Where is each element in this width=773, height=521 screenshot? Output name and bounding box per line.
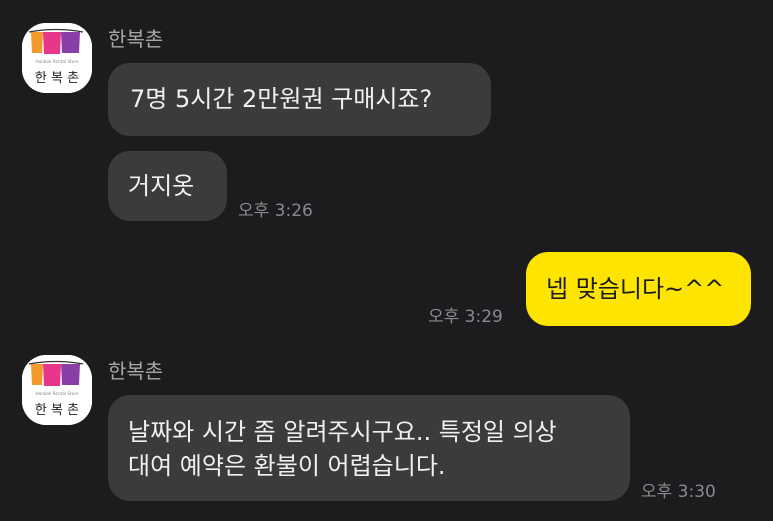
hanbokchon-logo: Hanbok Rental Store 한 복 촌 [22,23,92,93]
my-message-bubble[interactable]: 넵 맞습니다~^^ [526,252,751,326]
message-line: 대여 예약은 환불이 어렵습니다. [128,452,446,480]
sender-name: 한복촌 [108,27,164,51]
message-timestamp: 오후 3:29 [428,307,503,327]
message-timestamp: 오후 3:30 [641,482,716,502]
sender-name: 한복촌 [108,359,164,383]
message-bubble[interactable]: 날짜와 시간 좀 알려주시구요.. 특정일 의상 대여 예약은 환불이 어렵습니… [108,395,630,501]
logo-romanization: Hanbok Rental Store [35,391,78,396]
message-timestamp: 오후 3:26 [238,201,313,221]
sender-avatar[interactable]: Hanbok Rental Store 한 복 촌 [22,355,92,425]
message-line: 날짜와 시간 좀 알려주시구요.. 특정일 의상 [128,418,557,446]
hanbokchon-logo: Hanbok Rental Store 한 복 촌 [22,355,92,425]
message-bubble[interactable]: 거지옷 [108,151,227,221]
sender-avatar[interactable]: Hanbok Rental Store 한 복 촌 [22,23,92,93]
message-bubble[interactable]: 7명 5시간 2만원권 구매시죠? [108,63,491,136]
logo-text: 한 복 촌 [35,403,79,418]
logo-romanization: Hanbok Rental Store [35,59,78,64]
logo-text: 한 복 촌 [35,71,79,86]
